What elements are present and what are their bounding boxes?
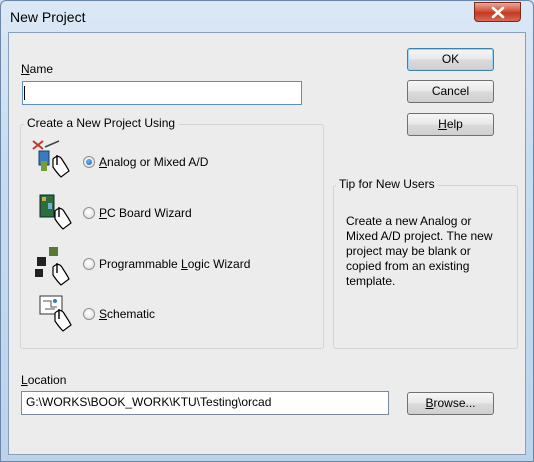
radio-pc-board-wizard[interactable] (83, 207, 95, 219)
new-project-dialog: New Project Name OK Cancel Help Create a… (0, 0, 534, 462)
programmable-logic-icon (35, 247, 70, 286)
tip-group: Create a new Analog or Mixed A/D project… (333, 185, 518, 349)
name-label: Name (21, 62, 54, 76)
tip-group-title: Tip for New Users (336, 177, 438, 191)
dialog-body: Name OK Cancel Help Create a New Project… (8, 32, 526, 455)
cancel-button[interactable]: Cancel (407, 80, 494, 103)
radio-analog-mixed[interactable] (83, 156, 95, 168)
tip-text: Create a new Analog or Mixed A/D project… (346, 214, 493, 288)
analog-mixed-icon (32, 140, 70, 178)
text-caret (24, 85, 25, 100)
radio-schematic[interactable] (83, 308, 95, 320)
ok-button[interactable]: OK (407, 48, 494, 71)
location-label: Location (21, 373, 67, 387)
option-label: PC Board Wizard (99, 206, 192, 220)
close-icon (491, 6, 505, 19)
schematic-icon (39, 295, 72, 332)
close-button[interactable] (474, 2, 521, 22)
option-label: Programmable Logic Wizard (99, 257, 251, 271)
help-button[interactable]: Help (407, 113, 494, 136)
browse-button[interactable]: Browse... (407, 392, 494, 415)
option-label: Schematic (99, 307, 156, 321)
title-bar: New Project (1, 1, 533, 31)
location-input[interactable]: G:\WORKS\BOOK_WORK\KTU\Testing\orcad (21, 391, 389, 415)
name-input[interactable] (22, 81, 302, 105)
pc-board-wizard-icon (39, 194, 72, 230)
project-type-group-title: Create a New Project Using (24, 116, 179, 130)
radio-programmable-logic-wizard[interactable] (83, 258, 95, 270)
option-label: Analog or Mixed A/D (99, 155, 209, 169)
window-title: New Project (10, 9, 86, 25)
